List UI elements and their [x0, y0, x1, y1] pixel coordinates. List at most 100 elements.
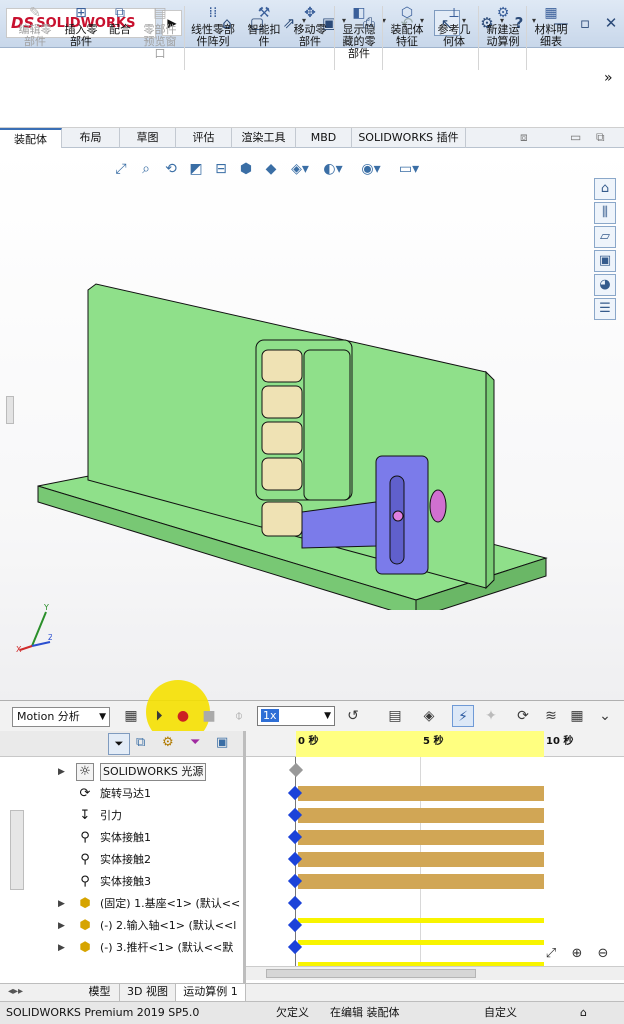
close-icon[interactable]: ✕	[598, 10, 624, 36]
section-view-icon[interactable]: ◩	[185, 158, 207, 180]
contact3-bar[interactable]	[298, 874, 544, 889]
view-palette-icon[interactable]: ▣	[594, 250, 616, 272]
motor-bar[interactable]	[298, 786, 544, 801]
study-type-select[interactable]: Motion 分析 ▼	[12, 707, 110, 727]
view-settings-icon[interactable]: ▭▾	[394, 158, 424, 180]
play-from-start-icon[interactable]: ⏵	[148, 705, 170, 727]
base-bar[interactable]	[298, 918, 544, 923]
contact1-bar[interactable]	[298, 830, 544, 845]
edit-component-button[interactable]: ✎ 编辑零 部件	[12, 4, 58, 48]
new-motion-study-button[interactable]: ⚙ 新建运 动算例	[480, 4, 526, 48]
more-commands-button[interactable]: »	[604, 70, 613, 86]
dynamic-annotation-icon[interactable]: ⊟	[210, 158, 232, 180]
collapse-icon[interactable]: ⌄	[594, 705, 616, 727]
tree-row-contact2[interactable]: ⚲ 实体接触2	[0, 849, 244, 871]
tab-motion-study-1[interactable]: 运动算例 1	[176, 984, 246, 1001]
assembly-features-button[interactable]: ⬡ 装配体 特征	[384, 4, 430, 48]
spring-icon[interactable]: ≋	[540, 705, 562, 727]
timeline-scrollbar[interactable]	[246, 966, 624, 980]
view-orientation-icon[interactable]: ⬢	[235, 158, 257, 180]
hide-show-icon[interactable]: ◈▾	[285, 158, 315, 180]
tree-row-light[interactable]: ▶ ☼ SOLIDWORKS 光源	[0, 761, 244, 783]
tick-label: 5 秒	[423, 736, 444, 747]
animation-wizard-icon[interactable]: ◈	[418, 705, 440, 727]
nav-arrows-icon[interactable]: ◂▸▸	[8, 986, 23, 997]
tab-solidworks-addins[interactable]: SOLIDWORKS 插件	[352, 128, 466, 148]
tab-render-tools[interactable]: 渲染工具	[232, 128, 296, 148]
tab-assembly[interactable]: 装配体	[0, 128, 62, 148]
contact2-bar[interactable]	[298, 852, 544, 867]
edit-appearance-icon[interactable]: ◐▾	[318, 158, 348, 180]
previous-view-icon[interactable]: ⟲	[160, 158, 182, 180]
tree-row-base[interactable]: ▶ ⬢ (固定) 1.基座<1> (默认<<	[0, 893, 244, 915]
tree-row-contact1[interactable]: ⚲ 实体接触1	[0, 827, 244, 849]
restore-icon[interactable]: ▫	[572, 10, 598, 36]
chevron-down-icon: ▼	[99, 712, 106, 722]
filter-driving-icon[interactable]: ⚙	[162, 735, 174, 750]
shaft-bar[interactable]	[298, 940, 544, 945]
playback-speed-select[interactable]: 1x ▼	[257, 706, 335, 726]
feature-manager-toggle[interactable]	[6, 396, 14, 424]
tab-layout[interactable]: 布局	[62, 128, 120, 148]
filter-icon[interactable]: ⏷	[108, 733, 130, 755]
smart-fasteners-button[interactable]: ⚒ 智能扣 件	[242, 4, 286, 48]
motor-icon: ⟳	[79, 786, 91, 801]
filter-selected-icon[interactable]: ⏷	[190, 735, 200, 750]
motor-icon[interactable]: ⟳	[512, 705, 534, 727]
gravity-bar[interactable]	[298, 808, 544, 823]
tab-mbd[interactable]: MBD	[296, 128, 352, 148]
panel-icon[interactable]: ⧈	[520, 130, 528, 145]
zoom-to-fit-icon[interactable]: ⤢	[540, 944, 562, 964]
tree-scrollbar[interactable]	[10, 810, 24, 890]
tree-row-input-shaft[interactable]: ▶ ⬢ (-) 2.输入轴<1> (默认<<l	[0, 915, 244, 937]
tree-row-contact3[interactable]: ⚲ 实体接触3	[0, 871, 244, 893]
show-hidden-components-button[interactable]: ◧ 显示隐 藏的零 部件	[336, 4, 382, 60]
contact-icon: ⚲	[80, 830, 90, 845]
tile-view-icon[interactable]: ⧉	[596, 130, 605, 145]
tag-icon[interactable]: ⌂	[580, 1002, 587, 1024]
maximize-view-icon[interactable]: ▭	[570, 130, 581, 144]
stop-icon[interactable]: ■	[198, 705, 220, 727]
tree-row-gravity[interactable]: ↧ 引力	[0, 805, 244, 827]
bill-of-materials-button[interactable]: ▦ 材料明 细表	[528, 4, 574, 48]
assembly-model[interactable]	[30, 280, 550, 610]
design-library-icon[interactable]: ⫼	[594, 202, 616, 224]
time-slider-icon[interactable]: ⌽	[228, 705, 250, 727]
smart-fasteners-icon: ⚒	[257, 5, 271, 21]
tab-sketch[interactable]: 草图	[120, 128, 176, 148]
component-preview-button[interactable]: ▤ 零部件 预览窗 口	[138, 4, 182, 60]
custom-properties-icon[interactable]: ☰	[594, 298, 616, 320]
scroll-thumb[interactable]	[266, 969, 476, 978]
tab-model[interactable]: 模型	[80, 984, 120, 1001]
appearances-icon[interactable]: ◕	[594, 274, 616, 296]
zoom-to-area-icon[interactable]: ⌕	[135, 158, 157, 180]
autokey-icon[interactable]: ⚡	[452, 705, 474, 727]
filter-animated-icon[interactable]: ⧉	[136, 735, 145, 750]
tab-3d-views[interactable]: 3D 视图	[120, 984, 176, 1001]
playback-mode-icon[interactable]: ↺	[342, 705, 364, 727]
add-key-icon[interactable]: ✦	[480, 705, 502, 727]
zoom-in-icon[interactable]: ⊕	[566, 944, 588, 964]
results-icon[interactable]: ▦	[566, 705, 588, 727]
reference-geometry-button[interactable]: ⟂ 参考几 何体	[432, 4, 476, 48]
solidworks-resources-icon[interactable]: ⌂	[594, 178, 616, 200]
linear-pattern-button[interactable]: ⁞⁞ 线性零部 件阵列	[186, 4, 240, 48]
save-animation-icon[interactable]: ▤	[384, 705, 406, 727]
tab-evaluate[interactable]: 评估	[176, 128, 232, 148]
mate-button[interactable]: ⧉ 配合	[104, 4, 136, 36]
apply-scene-icon[interactable]: ◉▾	[351, 158, 391, 180]
zoom-to-fit-icon[interactable]: ⤢	[110, 158, 132, 180]
file-explorer-icon[interactable]: ▱	[594, 226, 616, 248]
calculate-icon[interactable]: ▦	[120, 705, 142, 727]
zoom-out-icon[interactable]: ⊖	[592, 944, 614, 964]
filter-results-icon[interactable]: ▣	[216, 735, 228, 750]
insert-component-button[interactable]: ⊞ 插入零 部件	[58, 4, 104, 48]
units-status[interactable]: 自定义	[484, 1002, 517, 1024]
display-style-icon[interactable]: ◆	[260, 158, 282, 180]
part-icon: ⬢	[79, 896, 91, 911]
bill-of-materials-icon: ▦	[544, 5, 558, 21]
tree-row-push-rod[interactable]: ▶ ⬢ (-) 3.推杆<1> (默认<<默	[0, 937, 244, 959]
move-component-button[interactable]: ✥ 移动零 部件	[288, 4, 332, 48]
tree-row-motor[interactable]: ⟳ 旋转马达1	[0, 783, 244, 805]
play-icon[interactable]: ●	[172, 705, 194, 727]
